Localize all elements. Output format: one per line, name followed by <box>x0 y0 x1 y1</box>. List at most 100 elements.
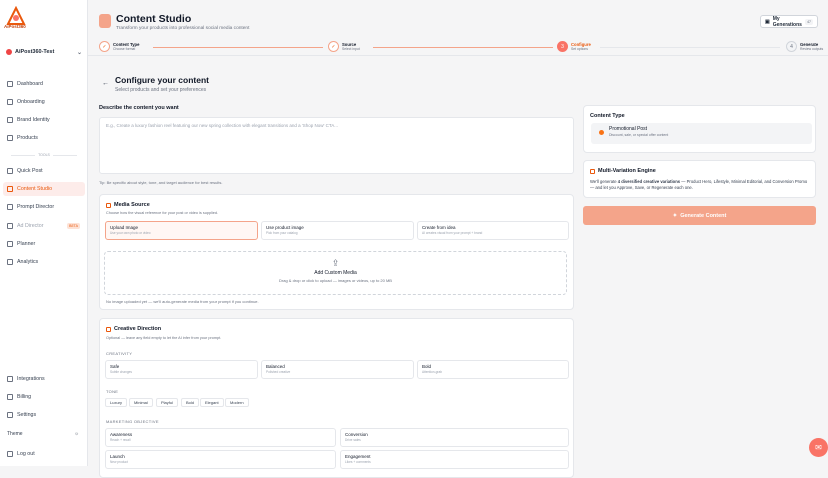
option-sub: Use your own photo or video <box>110 231 151 235</box>
nav-label: Prompt Director <box>17 204 55 210</box>
step-sub: Choose format <box>113 47 136 51</box>
nav-integrations[interactable]: Integrations <box>0 372 88 386</box>
calendar-icon <box>7 241 13 247</box>
nav-label: Log out <box>17 451 35 457</box>
nav-label: Ad Director <box>17 223 44 229</box>
generate-label: Generate Content <box>680 212 727 219</box>
step-configure[interactable]: 3 Configure Set options <box>557 41 591 52</box>
nav-dashboard[interactable]: Dashboard <box>0 77 88 91</box>
dropzone-title: Add Custom Media <box>314 270 357 276</box>
option-sub: Drive sales <box>345 438 361 442</box>
configure-title: Configure your content <box>115 75 209 85</box>
step-source[interactable]: ✓ Source Select input <box>328 41 360 52</box>
workspace-icon <box>6 49 12 55</box>
tip-text: Tip: Be specific about style, tone, and … <box>99 180 223 185</box>
step-content-type[interactable]: ✓ Content Type Choose format <box>99 41 139 52</box>
promotional-post-option[interactable]: Promotional Post Discount, sale, or spec… <box>591 123 812 144</box>
option-title: Use product image <box>266 225 304 230</box>
objective-conversion[interactable]: Conversion Drive sales <box>340 428 569 447</box>
wand-icon <box>7 204 13 210</box>
step-connector <box>373 46 553 48</box>
bolt-icon <box>7 168 13 174</box>
image-icon <box>106 202 111 208</box>
chat-icon[interactable]: ✉ <box>809 438 828 457</box>
tone-chip-luxury[interactable]: Luxury <box>105 398 128 407</box>
creativity-safe[interactable]: Safe Subtle changes <box>105 360 258 379</box>
nav-prompt-director[interactable]: Prompt Director <box>0 200 88 214</box>
box-icon <box>7 135 13 141</box>
page-title: Content Studio <box>116 13 192 25</box>
creativity-balanced[interactable]: Balanced Polished creative <box>261 360 414 379</box>
objective-launch[interactable]: Launch New product <box>105 450 336 469</box>
option-sub: AI creates visual from your prompt + bra… <box>422 231 483 235</box>
generate-content-button[interactable]: ✦ Generate Content <box>583 206 816 225</box>
creative-title-text: Creative Direction <box>114 326 162 332</box>
theme-row: Theme ☼ <box>7 431 79 437</box>
nav-products[interactable]: Products <box>0 131 88 145</box>
step-connector <box>600 46 780 48</box>
media-source-title: Media Source <box>106 202 150 208</box>
nav-label: Billing <box>17 394 32 400</box>
option-sub: New product <box>110 460 128 464</box>
nav-logout[interactable]: Log out <box>0 447 88 461</box>
objective-engagement[interactable]: Engagement Likes + comments <box>340 450 569 469</box>
option-create-from-idea[interactable]: Create from idea AI creates visual from … <box>417 221 569 240</box>
option-title: Upload Image <box>110 225 139 230</box>
media-source-subtitle: Choose how the visual reference for your… <box>106 211 219 215</box>
header: Content Studio Transform your products i… <box>88 0 828 36</box>
nav-quick-post[interactable]: Quick Post <box>0 164 88 178</box>
nav-billing[interactable]: Billing <box>0 390 88 404</box>
step-number: 4 <box>786 41 797 52</box>
sparkle-icon <box>7 186 13 192</box>
option-sub: Attention-grab <box>422 370 443 374</box>
option-use-product-image[interactable]: Use product image Pick from your catalog <box>261 221 414 240</box>
creative-subtitle: Optional — leave any field empty to let … <box>106 336 222 340</box>
brush-icon <box>106 326 111 332</box>
workspace-selector[interactable]: AiPost360-Test ⌄ <box>6 47 82 57</box>
megaphone-icon <box>7 223 13 229</box>
option-upload-image[interactable]: Upload Image Use your own photo or video <box>105 221 258 240</box>
step-sub: Review outputs <box>800 47 824 51</box>
sun-icon[interactable]: ☼ <box>74 431 79 437</box>
chevron-down-icon: ⌄ <box>76 49 82 56</box>
multi-variation-card: Multi-Variation Engine We'll generate 4 … <box>583 160 816 198</box>
option-sub: Likes + comments <box>345 460 371 464</box>
logout-icon <box>7 451 13 457</box>
creative-title: Creative Direction <box>106 326 161 332</box>
tone-chip-elegant[interactable]: Elegant <box>200 398 224 407</box>
nav-label: Integrations <box>17 376 45 382</box>
nav-label: Quick Post <box>17 168 43 174</box>
creativity-bold[interactable]: Bold Attention-grab <box>417 360 569 379</box>
tone-chip-modern[interactable]: Modern <box>225 398 249 407</box>
creativity-label: CREATIVITY <box>106 351 133 356</box>
nav-onboarding[interactable]: Onboarding <box>0 95 88 109</box>
nav-brand-identity[interactable]: Brand Identity <box>0 113 88 127</box>
option-title: Create from idea <box>422 225 456 230</box>
tone-chip-minimal[interactable]: Minimal <box>129 398 153 407</box>
my-generations-button[interactable]: ▣ My Generations 47 <box>760 15 818 28</box>
creative-direction-card: Creative Direction Optional — leave any … <box>99 318 574 478</box>
describe-textarea[interactable]: E.g., Create a luxury fashion reel featu… <box>99 117 574 174</box>
tone-chip-bold[interactable]: Bold <box>181 398 200 407</box>
option-title: Conversion <box>345 432 368 437</box>
content-type-title: Content Type <box>590 113 625 119</box>
nav-ad-director[interactable]: Ad Director BETA <box>0 219 88 233</box>
plug-icon <box>7 376 13 382</box>
sparkle-icon <box>590 168 595 174</box>
step-generate[interactable]: 4 Generate Review outputs <box>786 41 823 52</box>
nav-planner[interactable]: Planner <box>0 237 88 251</box>
nav-settings[interactable]: Settings <box>0 408 88 422</box>
nav-content-studio[interactable]: Content Studio <box>3 182 85 196</box>
beta-badge: BETA <box>67 223 80 229</box>
step-connector <box>153 46 323 48</box>
media-dropzone[interactable]: ⇪ Add Custom Media Drag & drop or click … <box>104 251 567 295</box>
back-arrow-icon[interactable]: ← <box>102 80 109 87</box>
objective-awareness[interactable]: Awareness Reach + recall <box>105 428 336 447</box>
nav-analytics[interactable]: Analytics <box>0 255 88 269</box>
media-source-title-text: Media Source <box>114 202 150 208</box>
tone-chip-playful[interactable]: Playful <box>156 398 179 407</box>
nav-label: Content Studio <box>17 186 53 192</box>
gear-icon <box>7 412 13 418</box>
rocket-icon <box>7 99 13 105</box>
objective-label: MARKETING OBJECTIVE <box>106 419 159 424</box>
